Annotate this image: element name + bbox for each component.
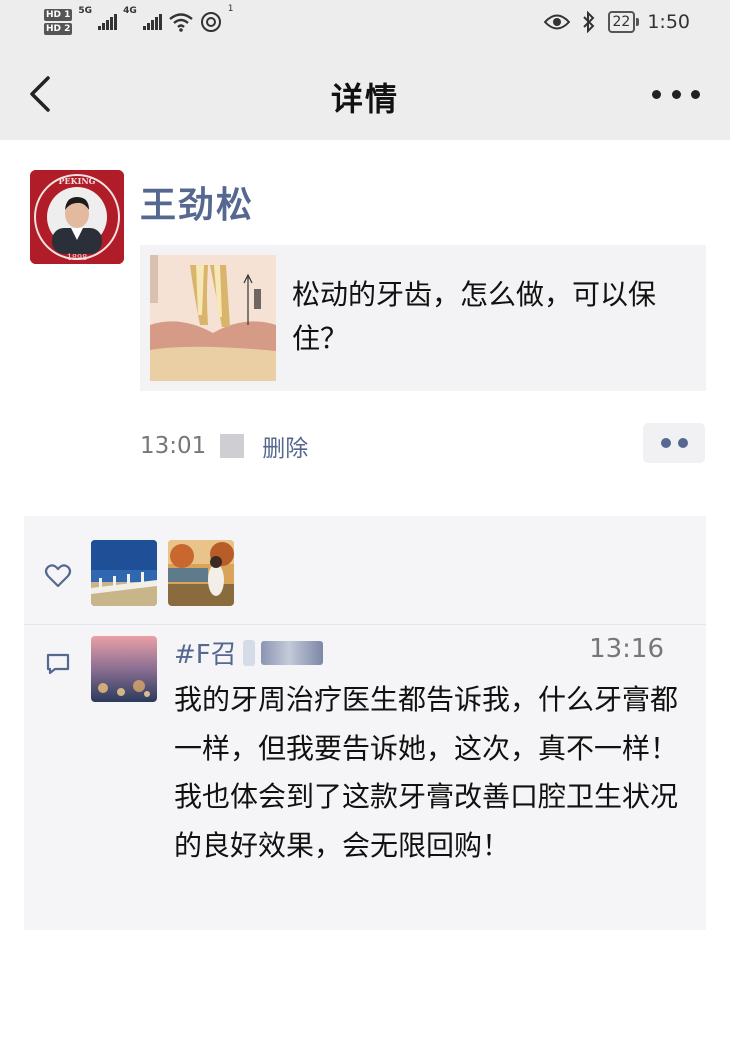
comment-time: 13:16 bbox=[589, 634, 664, 664]
battery-indicator: 22 bbox=[607, 11, 640, 33]
wifi-icon bbox=[168, 13, 193, 32]
author-name[interactable]: 王劲松 bbox=[140, 176, 254, 228]
page-title: 详情 bbox=[330, 80, 399, 118]
bluetooth-icon bbox=[582, 11, 594, 33]
two-dots-icon[interactable] bbox=[643, 423, 705, 463]
status-left: HD 1 HD 2 5G 4G 1 bbox=[44, 4, 233, 40]
redacted-placeholder bbox=[220, 434, 245, 458]
divider bbox=[24, 624, 706, 625]
status-time: 1:50 bbox=[647, 11, 690, 33]
nfc-badge: 1 bbox=[227, 4, 234, 14]
status-bar: HD 1 HD 2 5G 4G 1 22 1:50 bbox=[0, 0, 730, 48]
liker-avatar-bridge[interactable] bbox=[91, 540, 157, 606]
peking-university-avatar: PEKING 1898 bbox=[30, 170, 124, 264]
liker-avatar-girl[interactable] bbox=[168, 540, 234, 606]
network-5g-label: 5G bbox=[78, 6, 93, 16]
signal-icon-2 bbox=[142, 14, 162, 30]
commenter-name-text: #F召 bbox=[174, 640, 237, 670]
tooth-thumbnail-image bbox=[150, 255, 276, 381]
commenter-avatar[interactable] bbox=[91, 636, 157, 702]
comment-text: 我的牙周治疗医生都告诉我，什么牙膏都一样，但我要告诉她，这次，真不一样！我也体会… bbox=[174, 683, 679, 862]
comment-bubble-icon bbox=[46, 653, 70, 675]
commenter-name[interactable]: #F召 bbox=[174, 634, 323, 671]
hd1-badge: HD 1 bbox=[44, 9, 73, 21]
hd2-badge: HD 2 bbox=[44, 23, 73, 35]
post-meta-row: 13:01 删除 bbox=[140, 428, 308, 464]
network-4g-label: 4G bbox=[123, 6, 137, 16]
shared-link-card[interactable]: 松动的牙齿，怎么做，可以保住？ bbox=[140, 245, 706, 391]
signal-icon-1 bbox=[98, 14, 118, 30]
svg-text:PEKING: PEKING bbox=[59, 176, 96, 186]
link-title: 松动的牙齿，怎么做，可以保住？ bbox=[292, 278, 657, 355]
redacted-name-part bbox=[260, 640, 323, 665]
eye-icon bbox=[543, 14, 570, 30]
post-time: 13:01 bbox=[140, 433, 207, 459]
author-avatar[interactable]: PEKING 1898 bbox=[30, 170, 124, 264]
nav-bar: 详情 bbox=[0, 48, 730, 140]
nfc-icon bbox=[200, 12, 221, 32]
svg-text:1898: 1898 bbox=[67, 253, 87, 262]
more-dots-icon[interactable] bbox=[652, 84, 700, 104]
heart-outline-icon bbox=[44, 564, 72, 588]
delete-link[interactable]: 删除 bbox=[262, 429, 308, 463]
status-right: 22 1:50 bbox=[543, 8, 690, 36]
interactions-panel: #F召 13:16 我的牙周治疗医生都告诉我，什么牙膏都一样，但我要告诉她，这次… bbox=[24, 516, 706, 930]
redacted-name-part bbox=[242, 639, 255, 666]
